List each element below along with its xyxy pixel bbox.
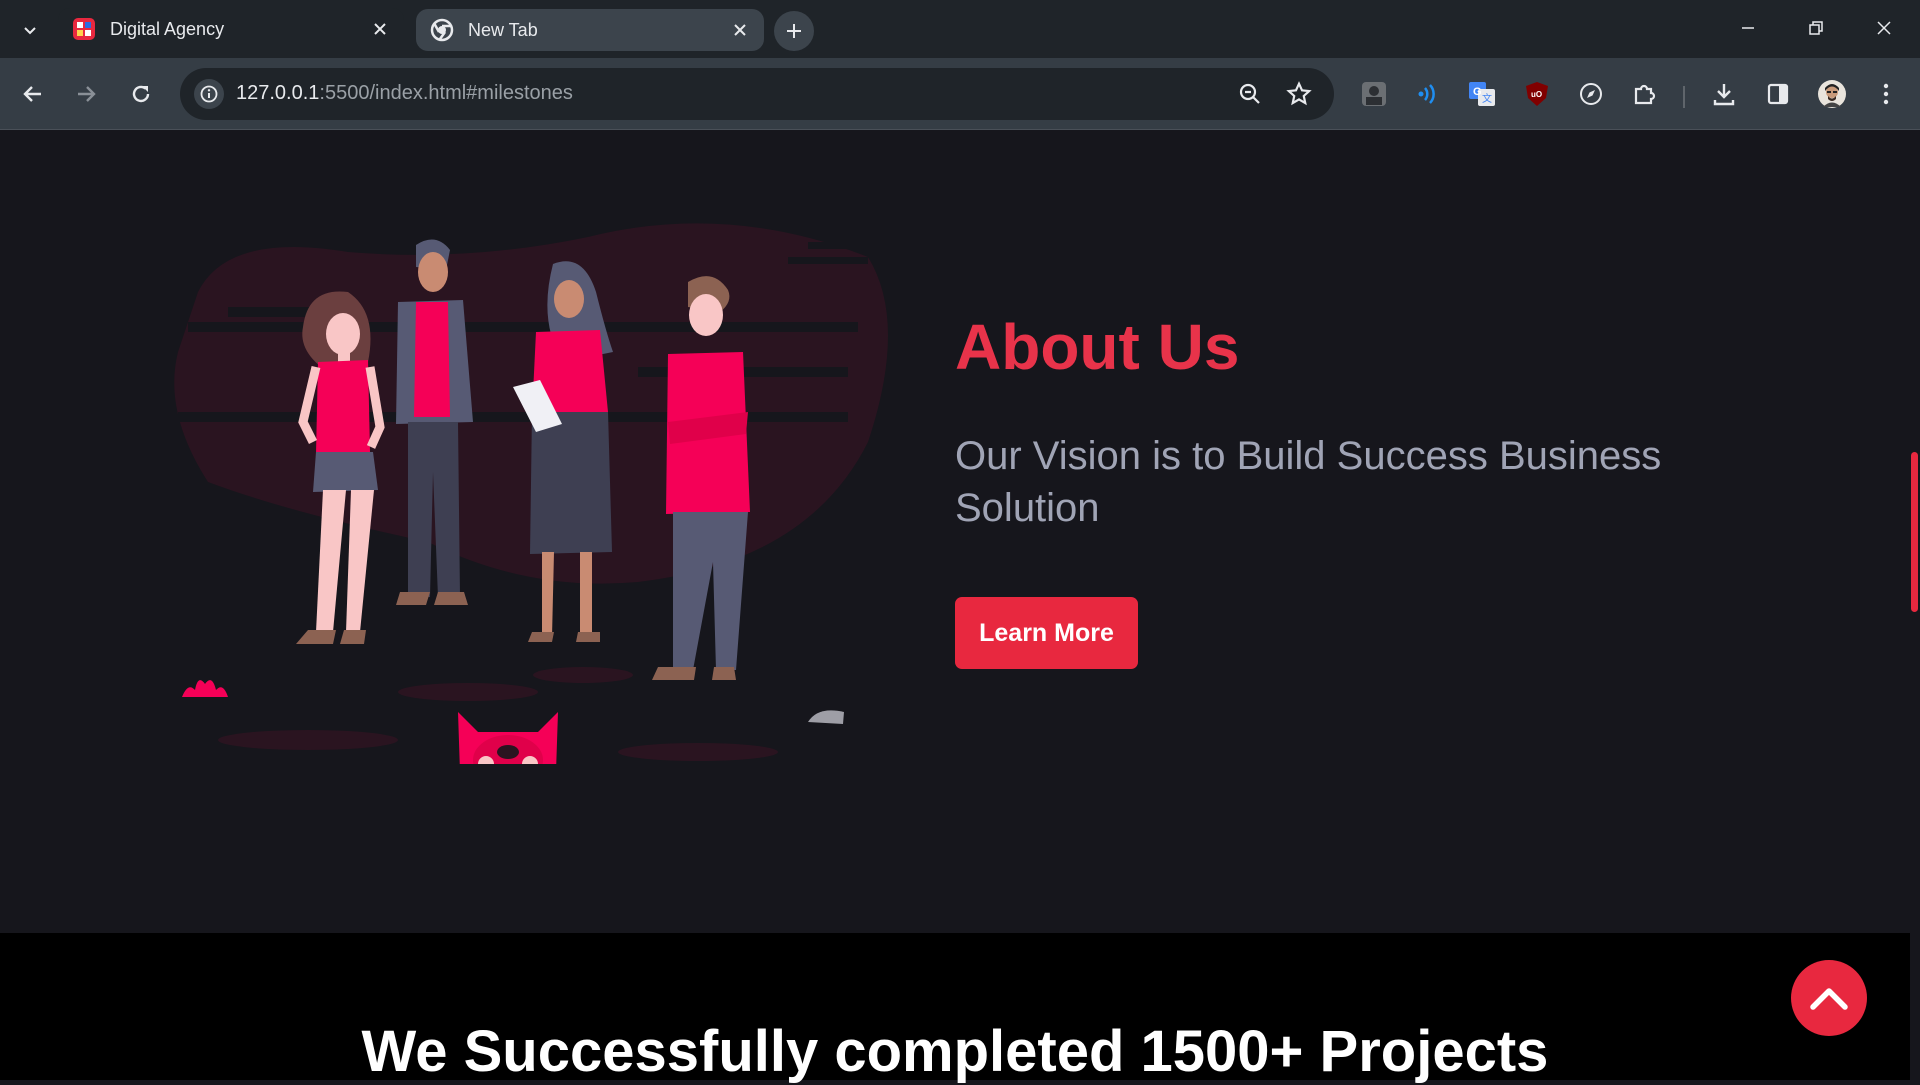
team-illustration (174, 223, 888, 764)
chevron-up-icon (1810, 988, 1848, 1010)
learn-more-button[interactable]: Learn More (955, 597, 1138, 669)
extension-ublock-button[interactable]: uO (1519, 76, 1555, 112)
scroll-to-top-button[interactable] (1791, 960, 1867, 1036)
toolbar-divider (1683, 86, 1685, 108)
extension-read-aloud-button[interactable] (1410, 76, 1446, 112)
minimize-icon (1742, 27, 1754, 29)
scrollbar-thumb[interactable] (1911, 452, 1918, 612)
minimize-button[interactable] (1718, 8, 1778, 48)
arrow-left-icon (23, 86, 41, 102)
url-path: :5500/index.html#milestones (319, 82, 573, 104)
info-icon (200, 85, 218, 103)
puzzle-icon (1634, 84, 1656, 105)
chrome-icon (430, 18, 454, 42)
restore-button[interactable] (1786, 8, 1846, 48)
url-host: 127.0.0.1 (236, 82, 320, 104)
kebab-menu-icon (1883, 83, 1889, 105)
restore-icon (1809, 21, 1823, 35)
download-icon (1713, 84, 1735, 106)
plus-icon (787, 24, 801, 38)
star-icon (1286, 81, 1312, 106)
extensions-button[interactable] (1627, 76, 1663, 112)
extension-translate-button[interactable]: G文 (1464, 76, 1500, 112)
site-info-button[interactable] (194, 79, 224, 109)
reload-button[interactable] (121, 74, 161, 114)
avatar (1818, 80, 1846, 108)
browser-menu-button[interactable] (1868, 76, 1904, 112)
tab-new-tab[interactable]: New Tab (416, 9, 764, 51)
zoom-icon (1239, 83, 1260, 104)
close-icon (1877, 21, 1891, 35)
svg-text:G: G (1473, 86, 1482, 98)
side-panel-icon (1767, 83, 1789, 105)
back-button[interactable] (13, 74, 53, 114)
reload-icon (132, 85, 150, 103)
browser-toolbar: 127.0.0.1:5500/index.html#milestones G文 … (0, 58, 1920, 130)
close-tab-button[interactable] (726, 16, 754, 44)
photo-extension-icon (1362, 82, 1386, 106)
agency-favicon-icon (73, 18, 95, 40)
close-icon (734, 24, 746, 36)
about-subtitle: Our Vision is to Build Success Business … (955, 434, 1662, 530)
close-tab-button[interactable] (366, 15, 394, 43)
tab-title: New Tab (468, 19, 538, 40)
address-bar[interactable]: 127.0.0.1:5500/index.html#milestones (180, 68, 1334, 120)
extension-photo-button[interactable] (1356, 76, 1392, 112)
milestones-heading: We Successfully completed 1500+ Projects (361, 1019, 1549, 1084)
about-title: About Us (955, 311, 1240, 383)
close-window-button[interactable] (1854, 8, 1914, 48)
side-panel-button[interactable] (1760, 76, 1796, 112)
tab-digital-agency[interactable]: Digital Agency (58, 8, 404, 50)
chevron-down-icon (24, 27, 36, 35)
compass-icon (1580, 83, 1602, 105)
ublock-shield-icon: uO (1526, 82, 1548, 106)
page-viewport: About Us Our Vision is to Build Success … (0, 130, 1910, 1084)
forward-button[interactable] (66, 74, 106, 114)
translate-icon: G文 (1469, 82, 1495, 106)
url-text[interactable]: 127.0.0.1:5500/index.html#milestones (236, 82, 573, 105)
svg-text:uO: uO (1531, 90, 1542, 99)
svg-text:文: 文 (1482, 92, 1492, 105)
downloads-button[interactable] (1706, 76, 1742, 112)
profile-button[interactable] (1814, 76, 1850, 112)
bookmark-button[interactable] (1284, 79, 1314, 109)
close-icon (374, 23, 386, 35)
tab-title: Digital Agency (110, 18, 225, 39)
arrow-right-icon (78, 86, 96, 102)
zoom-button[interactable] (1235, 79, 1265, 109)
new-tab-button[interactable] (774, 11, 814, 51)
tab-search-button[interactable] (14, 14, 46, 46)
tab-strip: Digital Agency New Tab (0, 0, 1920, 58)
read-aloud-icon (1418, 84, 1435, 104)
extension-compass-button[interactable] (1573, 76, 1609, 112)
